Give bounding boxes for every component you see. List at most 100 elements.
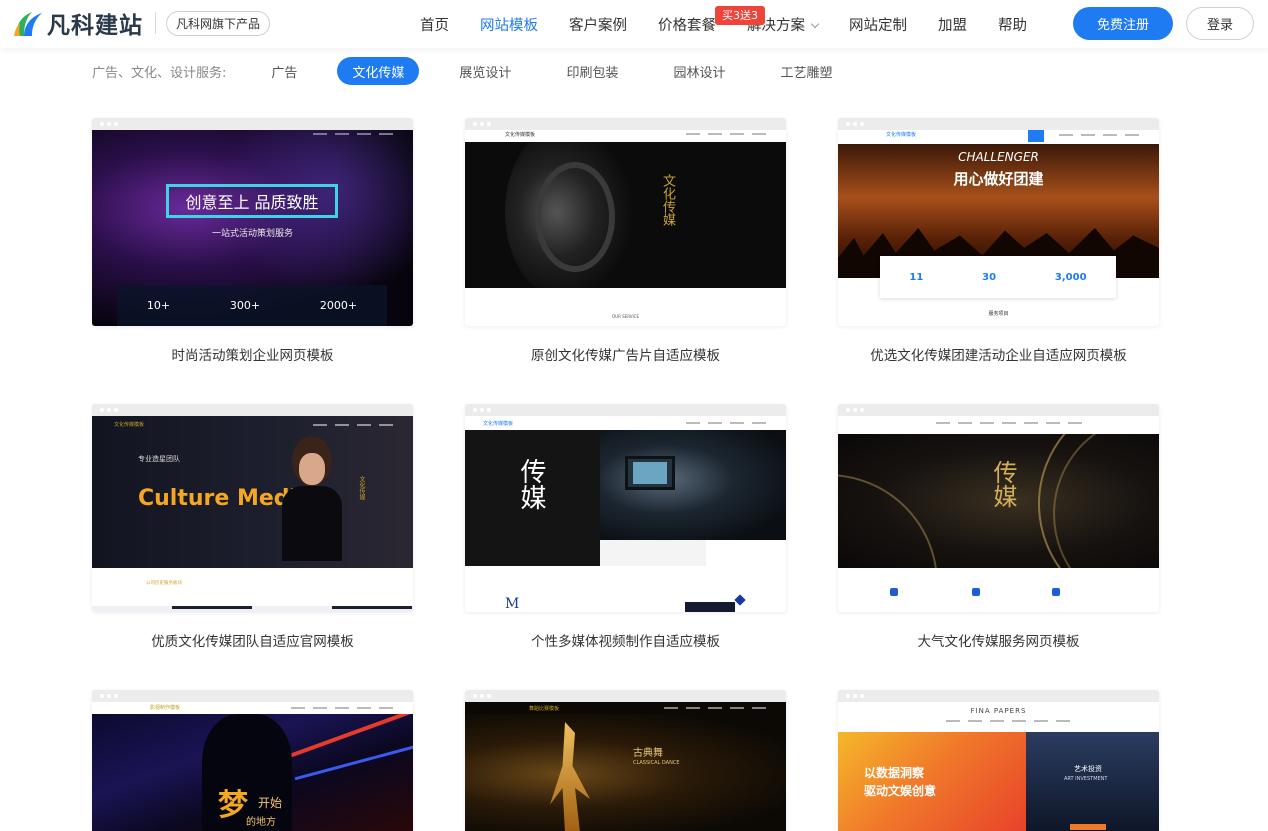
preview-script: CHALLENGER <box>958 150 1039 164</box>
template-card[interactable]: 传媒 大气文化传媒服务网页模板 <box>838 404 1159 650</box>
template-title[interactable]: 原创文化传媒广告片自适应模板 <box>465 344 786 364</box>
nav-franchise[interactable]: 加盟 <box>938 14 967 35</box>
filter-culture-media[interactable]: 文化传媒 <box>337 57 420 85</box>
nav-home[interactable]: 首页 <box>420 14 449 35</box>
preview-subtitle: 一站式活动策划服务 <box>211 229 293 239</box>
preview-site-name: 文化传媒模板 <box>886 132 917 138</box>
template-thumbnail[interactable]: 文化传媒模板 文化传媒 OUR SERVICE <box>465 118 786 326</box>
template-card[interactable]: 文化传媒模板 专业造星团队 Culture Media 文化传媒 公司历史服务板… <box>92 404 413 650</box>
template-thumbnail[interactable]: 传媒 <box>838 404 1159 612</box>
brand-badge: 凡科网旗下产品 <box>166 10 271 36</box>
preview-vertical-title: 传媒 <box>516 458 546 510</box>
preview-site-name: 舞蹈比赛模板 <box>529 706 560 712</box>
preview-vertical-title: 文化传媒 <box>660 174 675 226</box>
preview-subtitle-2: 的地方 <box>246 817 276 828</box>
preview-site-name: 影视制作模板 <box>150 705 181 711</box>
template-title[interactable]: 个性多媒体视频制作自适应模板 <box>465 630 786 650</box>
browser-chrome <box>465 404 786 416</box>
filter-exhibition[interactable]: 展览设计 <box>444 57 526 85</box>
template-title[interactable]: 优质文化传媒团队自适应官网模板 <box>92 630 413 650</box>
preview-headline: 以数据洞察 <box>864 766 925 780</box>
preview-stat: 3,000 <box>1054 271 1087 283</box>
preview-headline: 创意至上 品质致胜 <box>185 193 319 212</box>
template-card[interactable]: 创意至上 品质致胜 一站式活动策划服务 10+ 300+ 2000+ 时尚活动策… <box>92 118 413 364</box>
filter-landscape[interactable]: 园林设计 <box>658 57 740 85</box>
preview-right-subtitle: ART INVESTMENT <box>1064 776 1108 782</box>
main-nav: 首页 网站模板 客户案例 价格套餐 买3送3 解决方案 网站定制 加盟 帮助 <box>420 0 1058 48</box>
nav-custom[interactable]: 网站定制 <box>849 14 907 35</box>
chevron-down-icon <box>810 19 820 28</box>
template-card[interactable]: 文化传媒模板 CHALLENGER 用心做好团建 11 30 3,000 服务项… <box>838 118 1159 364</box>
filter-sculpture[interactable]: 工艺雕塑 <box>765 57 847 85</box>
template-preview: 传媒 <box>838 416 1159 612</box>
register-button[interactable]: 免费注册 <box>1073 7 1173 40</box>
template-thumbnail[interactable]: 创意至上 品质致胜 一站式活动策划服务 10+ 300+ 2000+ <box>92 118 413 326</box>
logo-divider <box>155 12 156 34</box>
preview-team: 专业造星团队 <box>138 455 180 463</box>
browser-chrome <box>92 118 413 130</box>
nav-cases[interactable]: 客户案例 <box>569 14 627 35</box>
preview-subtitle: 开始 <box>258 796 283 810</box>
template-card[interactable]: 影视制作模板 梦 开始 的地方 <box>92 690 413 831</box>
template-card[interactable]: 文化传媒模板 传媒 M 个性多媒体视频制作自适应模板 <box>465 404 786 650</box>
template-preview: 文化传媒模板 文化传媒 OUR SERVICE <box>465 130 786 326</box>
nav-pricing[interactable]: 价格套餐 <box>658 14 716 35</box>
preview-site-name: 文化传媒模板 <box>483 421 514 427</box>
browser-chrome <box>838 690 1159 702</box>
preview-stat: 300+ <box>229 299 261 312</box>
template-preview: 文化传媒模板 CHALLENGER 用心做好团建 11 30 3,000 服务项… <box>838 130 1159 326</box>
template-thumbnail[interactable]: 文化传媒模板 专业造星团队 Culture Media 文化传媒 公司历史服务板… <box>92 404 413 612</box>
filter-label: 广告、文化、设计服务: <box>92 65 227 81</box>
template-card[interactable]: FINA PAPERS 以数据洞察 驱动文娱创意 艺术投资 ART INVEST… <box>838 690 1159 831</box>
category-filter-bar: 广告、文化、设计服务: 广告 文化传媒 展览设计 印刷包装 园林设计 工艺雕塑 <box>92 56 872 86</box>
template-preview: 文化传媒模板 传媒 M <box>465 416 786 612</box>
template-preview: 文化传媒模板 专业造星团队 Culture Media 文化传媒 公司历史服务板… <box>92 416 413 612</box>
preview-site-name: 文化传媒模板 <box>114 422 145 428</box>
preview-letter: M <box>505 596 520 612</box>
nav-help[interactable]: 帮助 <box>998 14 1027 35</box>
template-title[interactable]: 大气文化传媒服务网页模板 <box>838 630 1159 650</box>
preview-site-name: FINA PAPERS <box>970 707 1027 715</box>
browser-chrome <box>92 404 413 416</box>
template-title[interactable]: 时尚活动策划企业网页模板 <box>92 344 413 364</box>
browser-chrome <box>465 118 786 130</box>
preview-big-char: 梦 <box>218 788 248 823</box>
promo-badge: 买3送3 <box>715 5 765 25</box>
logo[interactable]: 凡科建站 凡科网旗下产品 <box>12 6 271 40</box>
template-title[interactable]: 优选文化传媒团建活动企业自适应网页模板 <box>838 344 1159 364</box>
preview-right-title: 艺术投资 <box>1074 765 1102 773</box>
template-preview: FINA PAPERS 以数据洞察 驱动文娱创意 艺术投资 ART INVEST… <box>838 702 1159 831</box>
preview-dance-title: 古典舞 <box>633 748 663 759</box>
template-thumbnail[interactable]: 影视制作模板 梦 开始 的地方 <box>92 690 413 831</box>
preview-side-label: 文化传媒 <box>358 476 365 500</box>
template-thumbnail[interactable]: FINA PAPERS 以数据洞察 驱动文娱创意 艺术投资 ART INVEST… <box>838 690 1159 831</box>
template-preview: 舞蹈比赛模板 古典舞 CLASSICAL DANCE <box>465 702 786 831</box>
preview-headline-2: 驱动文娱创意 <box>864 784 937 798</box>
filter-ad[interactable]: 广告 <box>256 57 312 85</box>
template-thumbnail[interactable]: 舞蹈比赛模板 古典舞 CLASSICAL DANCE <box>465 690 786 831</box>
preview-stat: 10+ <box>146 299 171 312</box>
preview-site-name: 文化传媒模板 <box>505 132 536 138</box>
preview-headline: 用心做好团建 <box>953 170 1044 188</box>
template-card[interactable]: 文化传媒模板 文化传媒 OUR SERVICE 原创文化传媒广告片自适应模板 <box>465 118 786 364</box>
template-thumbnail[interactable]: 文化传媒模板 CHALLENGER 用心做好团建 11 30 3,000 服务项… <box>838 118 1159 326</box>
preview-dance-en: CLASSICAL DANCE <box>633 760 680 766</box>
site-header: 凡科建站 凡科网旗下产品 首页 网站模板 客户案例 价格套餐 买3送3 解决方案… <box>0 0 1268 48</box>
preview-stat: 30 <box>982 271 997 283</box>
template-thumbnail[interactable]: 文化传媒模板 传媒 M <box>465 404 786 612</box>
browser-chrome <box>92 690 413 702</box>
nav-solutions[interactable]: 买3送3 解决方案 <box>715 5 820 35</box>
browser-chrome <box>838 118 1159 130</box>
filter-printing[interactable]: 印刷包装 <box>551 57 633 85</box>
template-card[interactable]: 舞蹈比赛模板 古典舞 CLASSICAL DANCE <box>465 690 786 831</box>
logo-leaf-icon <box>12 8 44 38</box>
nav-templates[interactable]: 网站模板 <box>480 14 538 35</box>
preview-section-title: 公司历史服务板块 <box>146 581 182 586</box>
preview-vertical-title: 传媒 <box>989 460 1017 508</box>
template-preview: 创意至上 品质致胜 一站式活动策划服务 10+ 300+ 2000+ <box>92 130 413 326</box>
preview-footer: OUR SERVICE <box>612 314 639 319</box>
browser-chrome <box>465 690 786 702</box>
preview-stat: 11 <box>909 271 924 283</box>
template-preview: 影视制作模板 梦 开始 的地方 <box>92 702 413 831</box>
login-button[interactable]: 登录 <box>1186 7 1254 40</box>
